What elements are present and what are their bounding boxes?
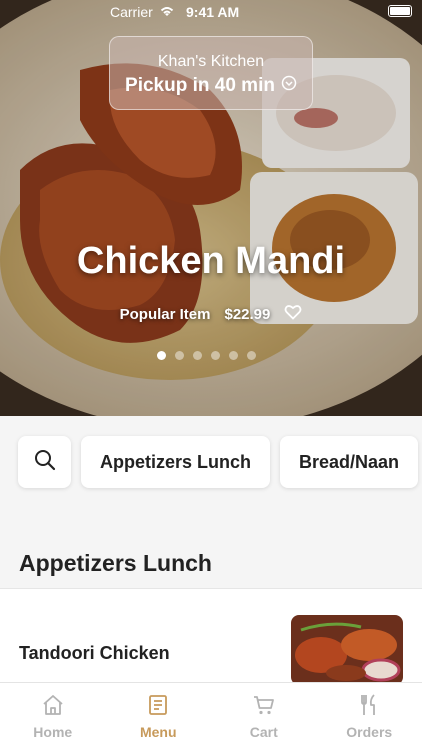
search-icon	[34, 449, 56, 476]
status-time: 9:41 AM	[186, 4, 239, 20]
hero-tag: Popular Item	[120, 306, 211, 323]
tab-label: Orders	[346, 724, 392, 740]
section-title: Appetizers Lunch	[19, 550, 212, 577]
tab-home[interactable]: Home	[0, 683, 106, 751]
search-button[interactable]	[18, 436, 71, 488]
pickup-time: Pickup in 40 min	[110, 75, 312, 97]
store-selector[interactable]: Khan's Kitchen Pickup in 40 min	[109, 36, 313, 110]
tab-menu[interactable]: Menu	[106, 683, 212, 751]
pickup-label: Pickup in 40 min	[125, 75, 275, 97]
battery-icon	[388, 5, 412, 17]
tab-cart[interactable]: Cart	[211, 683, 317, 751]
home-icon	[41, 693, 65, 720]
chevron-down-icon	[281, 75, 297, 97]
carousel-dot[interactable]	[157, 351, 166, 360]
carousel-dot[interactable]	[211, 351, 220, 360]
carousel-dot[interactable]	[229, 351, 238, 360]
menu-item-image[interactable]	[291, 615, 403, 685]
heart-icon[interactable]	[284, 304, 302, 324]
fork-knife-icon	[357, 693, 381, 720]
hero-price: $22.99	[224, 306, 270, 323]
cart-icon	[252, 693, 276, 720]
carousel-dot[interactable]	[175, 351, 184, 360]
tab-label: Menu	[140, 724, 177, 740]
tab-bar: Home Menu Cart Orders	[0, 682, 422, 751]
category-bar: Appetizers Lunch Bread/Naan	[18, 436, 418, 488]
status-bar: Carrier 9:41 AM	[0, 0, 422, 24]
tab-label: Cart	[250, 724, 278, 740]
hero-meta: Popular Item $22.99	[0, 304, 422, 324]
hero-banner[interactable]: Carrier 9:41 AM Khan's Kitchen Pickup in…	[0, 0, 422, 416]
hero-title: Chicken Mandi	[0, 240, 422, 283]
menu-icon	[146, 693, 170, 720]
carousel-dot[interactable]	[193, 351, 202, 360]
carrier-label: Carrier	[110, 4, 153, 20]
category-appetizers-lunch[interactable]: Appetizers Lunch	[81, 436, 270, 488]
wifi-icon	[158, 4, 176, 21]
tab-label: Home	[33, 724, 72, 740]
store-name: Khan's Kitchen	[110, 53, 312, 71]
carousel-dots[interactable]	[157, 351, 256, 360]
tab-orders[interactable]: Orders	[317, 683, 422, 751]
menu-item-name[interactable]: Tandoori Chicken	[19, 643, 170, 664]
carousel-dot[interactable]	[247, 351, 256, 360]
category-bread-naan[interactable]: Bread/Naan	[280, 436, 418, 488]
